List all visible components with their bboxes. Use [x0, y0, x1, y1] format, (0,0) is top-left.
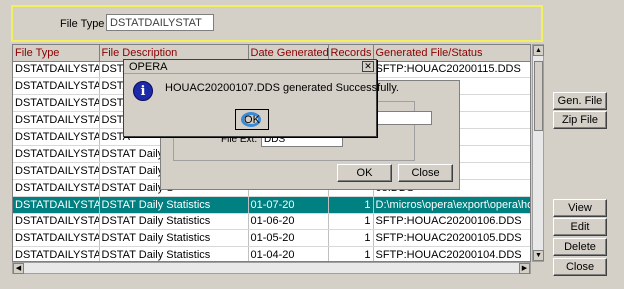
delete-button[interactable]: Delete	[553, 238, 607, 256]
cell-records[interactable]: 1	[328, 246, 374, 261]
cell-file-type[interactable]: DSTATDAILYSTAT	[13, 213, 100, 231]
scroll-down-icon[interactable]: ▼	[533, 250, 544, 261]
cell-file-description[interactable]: DSTAT Daily Statistics	[99, 213, 249, 231]
info-icon: i	[133, 81, 153, 101]
action-panel: Gen. File Zip File View Edit Delete Clos…	[545, 2, 621, 285]
cell-file-type[interactable]: DSTATDAILYSTAT	[13, 128, 100, 146]
table-row[interactable]: DSTATDAILYSTAT DSTAT Daily Statistics 01-0…	[13, 213, 530, 231]
cell-file-type[interactable]: DSTATDAILYSTAT	[13, 179, 100, 197]
cell-records[interactable]: 1	[328, 229, 374, 248]
scroll-up-icon[interactable]: ▲	[533, 45, 544, 56]
file-type-input[interactable]	[106, 14, 214, 31]
dialog-ok-button[interactable]: OK	[337, 164, 392, 182]
cell-generated-file[interactable]: D:\micros\opera\export\opera\houa	[373, 196, 530, 214]
cell-generated-file[interactable]: SFTP:HOUAC20200115.DDS	[373, 61, 530, 79]
scroll-right-icon[interactable]: ▶	[519, 263, 530, 274]
cell-generated-file[interactable]: SFTP:HOUAC20200104.DDS	[373, 246, 530, 261]
dialog-close-button[interactable]: Close	[398, 164, 453, 182]
vertical-scrollbar[interactable]: ▲ ▼	[532, 44, 544, 262]
zip-file-button[interactable]: Zip File	[553, 111, 607, 129]
message-text: HOUAC20200107.DDS generated Successfully…	[165, 82, 399, 94]
horizontal-scrollbar[interactable]: ◀ ▶	[12, 262, 531, 274]
cell-file-type[interactable]: DSTATDAILYSTAT	[13, 145, 100, 163]
cell-date-generated[interactable]: 01-05-20	[248, 229, 329, 248]
gen-file-button[interactable]: Gen. File	[553, 92, 607, 110]
table-row[interactable]: DSTATDAILYSTAT DSTAT Daily Statistics 01-0…	[13, 196, 530, 214]
table-row[interactable]: DSTATDAILYSTAT DSTAT Daily Statistics 01-0…	[13, 246, 530, 261]
filter-box: File Type	[11, 5, 543, 42]
cell-date-generated[interactable]: 01-06-20	[248, 213, 329, 231]
cell-file-type[interactable]: DSTATDAILYSTAT	[13, 94, 100, 113]
cell-file-type[interactable]: DSTATDAILYSTAT	[13, 111, 100, 130]
close-icon[interactable]: ✕	[362, 61, 374, 72]
message-box-title: OPERA	[124, 60, 376, 74]
cell-file-type[interactable]: DSTATDAILYSTAT	[13, 77, 100, 96]
cell-file-type[interactable]: DSTATDAILYSTAT	[13, 246, 100, 261]
col-header-generated-file[interactable]: Generated File/Status	[373, 45, 530, 62]
cell-generated-file[interactable]: SFTP:HOUAC20200105.DDS	[373, 229, 530, 248]
cell-date-generated[interactable]: 01-04-20	[248, 246, 329, 261]
scroll-thumb[interactable]	[534, 61, 543, 131]
cell-file-type[interactable]: DSTATDAILYSTAT	[13, 196, 100, 214]
message-ok-button[interactable]: OK	[235, 109, 269, 130]
cell-file-description[interactable]: DSTAT Daily Statistics	[99, 229, 249, 248]
cell-date-generated[interactable]: 01-07-20	[248, 196, 329, 214]
cell-file-type[interactable]: DSTATDAILYSTAT	[13, 162, 100, 180]
cell-generated-file[interactable]: SFTP:HOUAC20200106.DDS	[373, 213, 530, 231]
table-row[interactable]: DSTATDAILYSTAT DSTAT Daily Statistics 01-0…	[13, 229, 530, 248]
cell-file-type[interactable]: DSTATDAILYSTAT	[13, 61, 100, 79]
message-box: OPERA ✕ i HOUAC20200107.DDS generated Su…	[123, 59, 399, 137]
file-type-label: File Type	[60, 18, 105, 30]
col-header-file-type[interactable]: File Type	[13, 45, 100, 62]
cell-records[interactable]: 1	[328, 213, 374, 231]
close-button[interactable]: Close	[553, 258, 607, 276]
view-button[interactable]: View	[553, 199, 607, 217]
scroll-left-icon[interactable]: ◀	[13, 263, 24, 274]
cell-file-description[interactable]: DSTAT Daily Statistics	[99, 196, 249, 214]
cell-file-description[interactable]: DSTAT Daily Statistics	[99, 246, 249, 261]
cell-file-type[interactable]: DSTATDAILYSTAT	[13, 229, 100, 248]
edit-button[interactable]: Edit	[553, 218, 607, 236]
cell-records[interactable]: 1	[328, 196, 374, 214]
